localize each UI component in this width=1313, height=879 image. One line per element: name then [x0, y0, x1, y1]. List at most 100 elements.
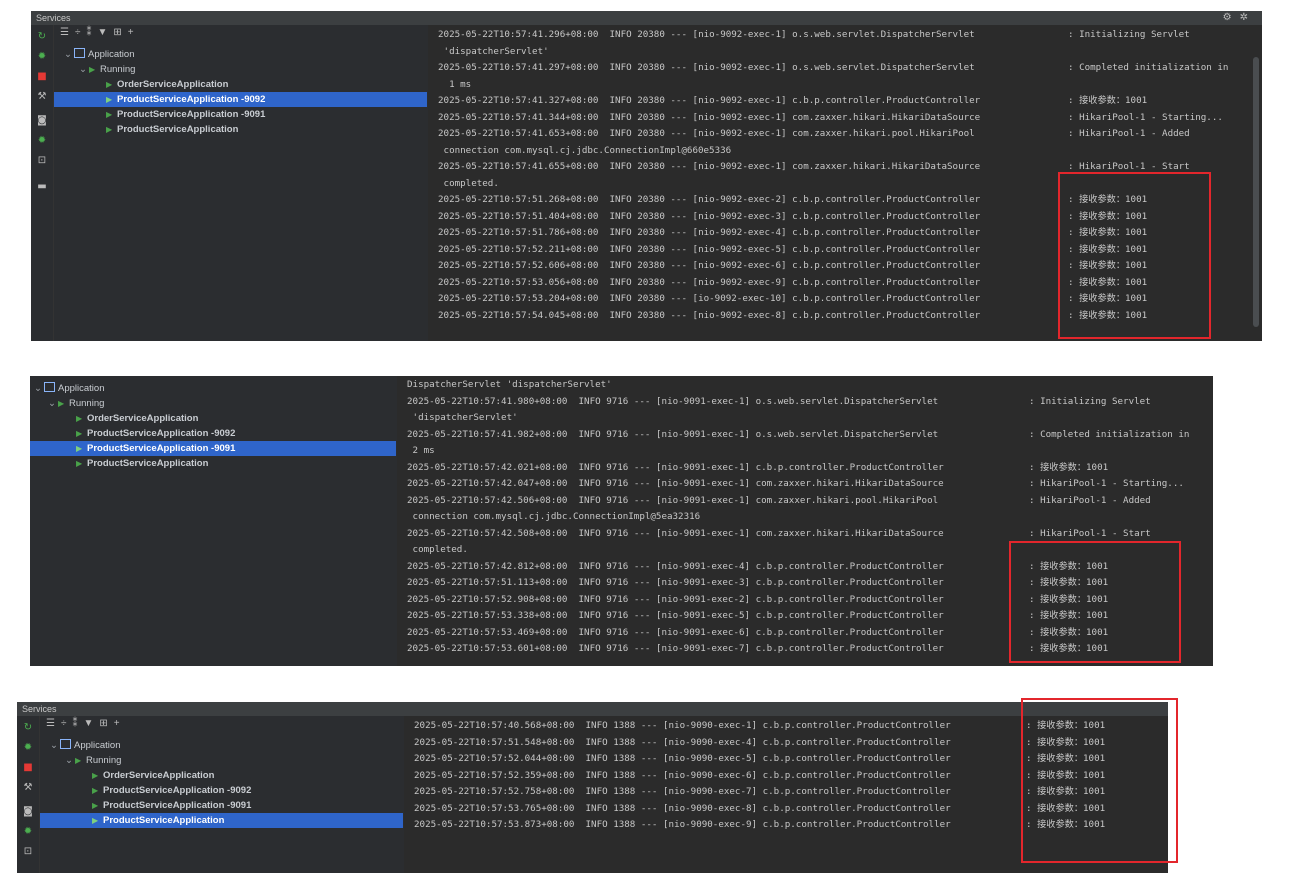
log-line: 2025-05-22T10:57:53.601+08:00 INFO 9716 …: [407, 643, 944, 654]
log-line: 2025-05-22T10:57:53.873+08:00 INFO 1388 …: [414, 819, 951, 830]
wrench-icon[interactable]: ⚒: [35, 91, 49, 103]
tree-node-label: ProductServiceApplication -9092: [117, 94, 266, 105]
tree-node-service[interactable]: ▶ ProductServiceApplication -9092: [30, 426, 396, 441]
expand-all-icon[interactable]: ☰: [60, 27, 75, 38]
new-tab-icon[interactable]: ⊞: [113, 27, 127, 38]
chevron-down-icon[interactable]: ⌄: [34, 381, 44, 396]
run-icon: ▶: [75, 756, 82, 765]
console-scrollbar[interactable]: [1253, 57, 1259, 327]
log-message: : Completed initialization in: [1068, 62, 1229, 73]
collapse-all-icon[interactable]: ÷: [61, 718, 73, 729]
tree-node-service[interactable]: ▶ ProductServiceApplication -9091: [40, 798, 403, 813]
log-logger: o.s.web.servlet.DispatcherServlet: [755, 395, 939, 407]
tree-node-label: Running: [69, 398, 105, 409]
run-icon: ▶: [92, 771, 99, 780]
chevron-down-icon[interactable]: ⌄: [64, 47, 74, 62]
log-line: 2025-05-22T10:57:41.297+08:00 INFO 20380…: [438, 62, 975, 73]
log-thread: [nio-9091-exec-1]: [656, 395, 751, 407]
expand-all-icon[interactable]: ☰: [46, 718, 61, 729]
new-tab-icon[interactable]: ⊞: [99, 718, 113, 729]
log-timestamp: 2025-05-22T10:57:52.211+08:00: [438, 243, 599, 255]
settings-icon[interactable]: ⚙: [1223, 12, 1240, 23]
chevron-down-icon[interactable]: ⌄: [50, 738, 60, 753]
log-level: INFO: [585, 786, 608, 797]
log-timestamp: 2025-05-22T10:57:52.606+08:00: [438, 260, 599, 271]
tree-node-service-selected[interactable]: ▶ ProductServiceApplication -9091: [30, 441, 396, 456]
login-icon[interactable]: ⊡: [21, 846, 35, 858]
restart-icon[interactable]: ↻: [35, 31, 49, 43]
log-logger: com.zaxxer.hikari.HikariDataSource: [755, 478, 944, 489]
tree-node-service[interactable]: ▶ OrderServiceApplication: [30, 411, 396, 426]
wrench-icon[interactable]: ⚒: [21, 782, 35, 794]
chevron-down-icon[interactable]: ⌄: [48, 396, 58, 411]
tree-node-service[interactable]: ▶ ProductServiceApplication: [30, 456, 396, 471]
debug-icon[interactable]: ✹: [21, 742, 35, 754]
log-level: INFO: [609, 62, 632, 73]
console-output[interactable]: 2025-05-22T10:57:40.568+08:00 INFO 1388 …: [404, 716, 1168, 873]
log-timestamp: 2025-05-22T10:57:41.297+08:00: [438, 62, 599, 73]
log-logger: c.b.p.controller.ProductController: [792, 309, 981, 321]
stop-icon[interactable]: ■: [21, 762, 35, 774]
run-icon: ▶: [106, 110, 113, 119]
stop-icon[interactable]: ■: [35, 71, 49, 83]
camera-icon[interactable]: ◙: [21, 806, 35, 818]
group-icon[interactable]: ⁑: [86, 27, 97, 38]
tree-node-running[interactable]: ⌄ ▶ Running: [40, 753, 403, 768]
tree-node-service-selected[interactable]: ▶ ProductServiceApplication -9092: [54, 92, 427, 107]
gear-icon[interactable]: ✲: [1240, 12, 1256, 23]
log-timestamp: 2025-05-22T10:57:42.508+08:00: [407, 527, 568, 539]
add-icon[interactable]: +: [114, 718, 126, 729]
tree-node-service[interactable]: ▶ OrderServiceApplication: [40, 768, 403, 783]
debug-icon[interactable]: ✹: [35, 51, 49, 63]
log-timestamp: 2025-05-22T10:57:52.908+08:00: [407, 593, 568, 605]
log-level: INFO: [609, 309, 632, 321]
tree-node-service[interactable]: ▶ OrderServiceApplication: [54, 77, 427, 92]
log-pid: 20380: [637, 243, 665, 255]
log-message: : Completed initialization in: [1029, 428, 1190, 440]
log-level: INFO: [609, 29, 632, 40]
console-output[interactable]: DispatcherServlet 'dispatcherServlet' 202…: [397, 376, 1213, 666]
add-icon[interactable]: +: [128, 27, 140, 38]
tree-node-application[interactable]: ⌄ Application: [54, 47, 427, 62]
tree-node-application[interactable]: ⌄ Application: [40, 738, 403, 753]
log-message: : 接收参数：1001: [1029, 577, 1109, 588]
log-pid: 9716: [606, 643, 629, 654]
log-thread: [nio-9091-exec-1]: [656, 494, 751, 506]
run-icon: ▶: [76, 414, 83, 423]
filter-icon[interactable]: ▼: [83, 718, 99, 729]
tree-node-service[interactable]: ▶ ProductServiceApplication: [54, 122, 427, 137]
services-tree: ☰÷⁑▼⊞+ ⌄ Application ⌄ ▶ Running ▶ OrderServ…: [40, 716, 403, 873]
tree-node-label: ProductServiceApplication -9091: [103, 800, 252, 811]
tree-node-service[interactable]: ▶ ProductServiceApplication -9092: [40, 783, 403, 798]
layout-icon[interactable]: ▬: [35, 181, 49, 193]
filter-icon[interactable]: ▼: [97, 27, 113, 38]
run-icon: ▶: [106, 125, 113, 134]
tree-node-service[interactable]: ▶ ProductServiceApplication -9091: [54, 107, 427, 122]
console-output[interactable]: 2025-05-22T10:57:41.296+08:00 INFO 20380…: [428, 25, 1262, 341]
log-text: 'dispatcherServlet': [407, 412, 518, 423]
chevron-down-icon[interactable]: ⌄: [65, 753, 75, 768]
log-message: : 接收参数：1001: [1068, 194, 1148, 205]
restart-icon[interactable]: ↻: [21, 722, 35, 734]
group-icon[interactable]: ⁑: [72, 718, 83, 729]
tree-node-running[interactable]: ⌄ ▶ Running: [30, 396, 396, 411]
bug-icon[interactable]: ✹: [35, 135, 49, 147]
run-icon: ▶: [92, 786, 99, 795]
tree-node-application[interactable]: ⌄ Application: [30, 381, 396, 396]
login-icon[interactable]: ⊡: [35, 155, 49, 167]
collapse-all-icon[interactable]: ÷: [75, 27, 87, 38]
tree-node-label: ProductServiceApplication: [117, 124, 239, 135]
log-level: INFO: [609, 111, 632, 123]
tree-node-running[interactable]: ⌄ ▶ Running: [54, 62, 427, 77]
log-thread: [nio-9092-exec-1]: [692, 111, 787, 123]
log-timestamp: 2025-05-22T10:57:53.338+08:00: [407, 610, 568, 621]
run-icon: ▶: [76, 429, 83, 438]
camera-icon[interactable]: ◙: [35, 115, 49, 127]
bug-icon[interactable]: ✹: [21, 826, 35, 838]
log-line: 2025-05-22T10:57:53.338+08:00 INFO 9716 …: [407, 610, 944, 621]
tree-node-service-selected[interactable]: ▶ ProductServiceApplication: [40, 813, 403, 828]
log-logger: com.zaxxer.hikari.pool.HikariPool: [792, 128, 975, 139]
chevron-down-icon[interactable]: ⌄: [79, 62, 89, 77]
log-timestamp: 2025-05-22T10:57:52.359+08:00: [414, 769, 575, 781]
log-line: 2025-05-22T10:57:53.469+08:00 INFO 9716 …: [407, 626, 944, 638]
